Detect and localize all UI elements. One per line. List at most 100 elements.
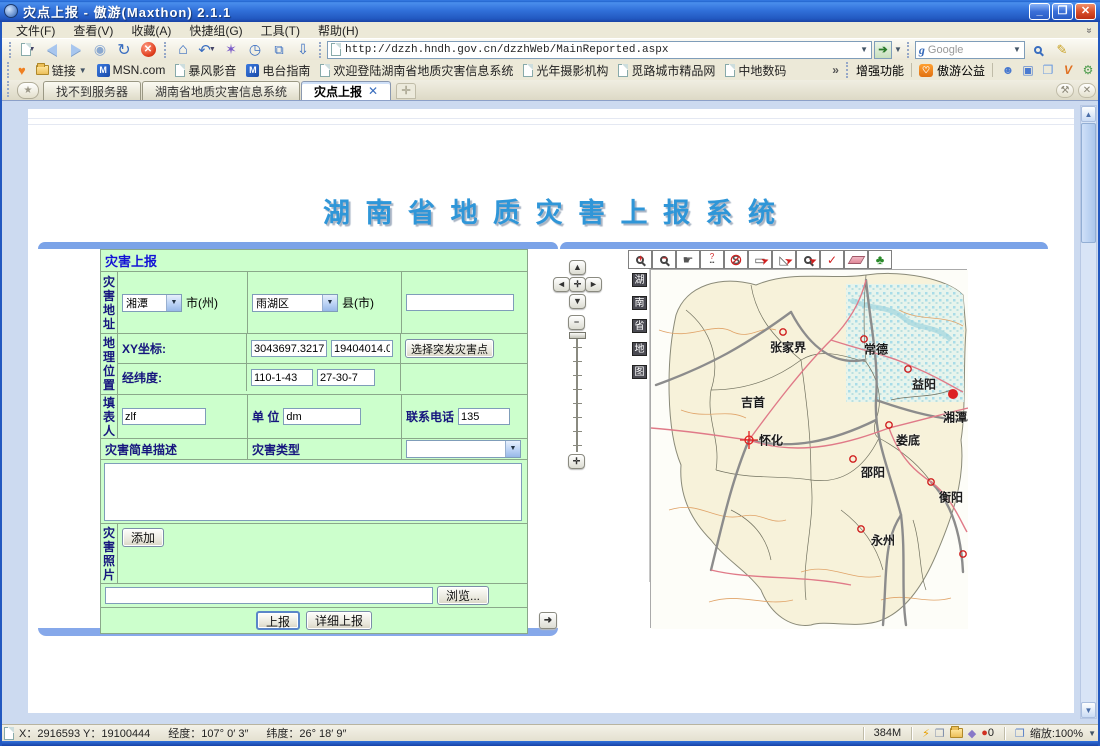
toolbar-grip[interactable] xyxy=(846,62,849,78)
home-button[interactable]: ⌂ xyxy=(172,40,194,59)
full-extent-tree-icon[interactable]: ♣ xyxy=(868,250,892,269)
download-icon[interactable]: ⇩ xyxy=(292,40,314,59)
hunan-map[interactable]: 张家界 常德 益阳 吉首 湘潭 怀化 娄底 邵阳 衡阳 永州 xyxy=(650,269,967,628)
zoom-in-tool-icon[interactable]: + xyxy=(628,250,652,269)
tab-tools-wrench-icon[interactable]: ⚒ xyxy=(1056,83,1074,98)
tab-favorites-star-icon[interactable]: ★ xyxy=(17,82,39,99)
point-pick-icon[interactable]: ✓ xyxy=(820,250,844,269)
close-button[interactable]: ✕ xyxy=(1075,3,1096,20)
zoom-slider-handle[interactable] xyxy=(569,332,586,339)
chevron-down-icon[interactable]: ▼ xyxy=(322,295,337,311)
history-dropdown-button[interactable]: ◉ xyxy=(89,40,111,59)
bookmark-hunan-geo-system[interactable]: 欢迎登陆湖南省地质灾害信息系统 xyxy=(315,61,518,80)
toolbar-grip[interactable] xyxy=(907,42,910,58)
tab-list-close-icon[interactable]: ✕ xyxy=(1078,83,1096,98)
zoom-slider-track[interactable] xyxy=(573,334,582,452)
menu-help[interactable]: 帮助(H) xyxy=(310,21,367,40)
scroll-up-arrow[interactable]: ▲ xyxy=(1081,106,1096,122)
go-dropdown-icon[interactable]: ▼ xyxy=(894,45,902,54)
new-tab-button[interactable]: ✛ xyxy=(396,83,416,99)
pages-icon[interactable]: ❐ xyxy=(1040,63,1056,77)
pan-left-button[interactable]: ◄ xyxy=(553,277,570,292)
maxthon-v-icon[interactable]: V xyxy=(1060,63,1076,77)
window-icon[interactable]: ▣ xyxy=(1020,63,1036,77)
tab-disaster-report[interactable]: 灾点上报✕ xyxy=(301,81,391,100)
longitude-input[interactable] xyxy=(251,369,313,386)
rect-select-icon[interactable]: ▭➤ xyxy=(748,250,772,269)
x-coordinate-input[interactable] xyxy=(251,340,327,357)
tab-hunan-geo-info-system[interactable]: 湖南省地质灾害信息系统 xyxy=(142,81,300,100)
pan-up-button[interactable]: ▲ xyxy=(569,260,586,275)
history-clock-icon[interactable]: ◷ xyxy=(244,40,266,59)
unit-input[interactable] xyxy=(283,408,361,425)
menu-file[interactable]: 文件(F) xyxy=(8,21,63,40)
description-textarea[interactable] xyxy=(104,463,522,521)
go-button[interactable]: ➔ xyxy=(874,41,892,59)
scrollbar-thumb[interactable] xyxy=(1081,123,1096,243)
toolbar-grip[interactable] xyxy=(319,42,322,58)
y-coordinate-input[interactable] xyxy=(331,340,393,357)
printer-icon[interactable]: ❒ xyxy=(935,727,945,740)
search-button[interactable] xyxy=(1027,40,1049,59)
address-bar[interactable]: http://dzzh.hndh.gov.cn/dzzhWeb/MainRepo… xyxy=(327,41,872,59)
pan-center-button[interactable]: ✛ xyxy=(569,277,586,292)
zoom-out-tool-icon[interactable]: − xyxy=(652,250,676,269)
search-dropdown-icon[interactable]: ▼ xyxy=(1013,45,1021,54)
new-page-button[interactable]: ▼ xyxy=(17,40,39,59)
county-select[interactable]: 雨湖区▼ xyxy=(252,294,338,312)
zoom-out-minus-button[interactable]: − xyxy=(568,315,585,330)
latitude-input[interactable] xyxy=(317,369,375,386)
add-photo-button[interactable]: 添加 xyxy=(122,528,164,547)
maxthon-charity-link[interactable]: 傲游公益 xyxy=(937,62,985,79)
user-icon[interactable]: ☻ xyxy=(1000,63,1016,77)
measure-tool-icon[interactable]: ?┅ xyxy=(700,250,724,269)
tab-close-icon[interactable]: ✕ xyxy=(368,84,378,98)
menu-favorites[interactable]: 收藏(A) xyxy=(123,21,179,40)
magnifier-select-icon[interactable]: ➤ xyxy=(796,250,820,269)
refresh-button[interactable]: ↻ xyxy=(113,40,135,59)
scroll-down-arrow[interactable]: ▼ xyxy=(1081,702,1096,718)
bookmark-zhongdi[interactable]: 中地数码 xyxy=(720,61,791,80)
forward-button[interactable] xyxy=(65,40,87,59)
zoom-dropdown-icon[interactable]: ▼ xyxy=(1088,729,1096,738)
toolbar-grip[interactable] xyxy=(9,42,12,58)
popup-blocker-icon[interactable]: ● xyxy=(981,727,988,739)
back-button[interactable] xyxy=(41,40,63,59)
eraser-icon[interactable] xyxy=(844,250,868,269)
bookmark-baofeng[interactable]: 暴风影音 xyxy=(170,61,241,80)
minimize-button[interactable]: _ xyxy=(1029,3,1050,20)
toolbar-grip[interactable] xyxy=(7,81,10,97)
bookmark-milu-city[interactable]: 觅路城市精品网 xyxy=(613,61,720,80)
photo-file-input[interactable] xyxy=(105,587,433,604)
folder-icon[interactable] xyxy=(950,728,963,738)
vertical-scrollbar[interactable]: ▲ ▼ xyxy=(1080,105,1097,719)
rect-zoom-select-icon[interactable]: ◺➤ xyxy=(772,250,796,269)
search-placeholder[interactable]: Google xyxy=(928,44,1010,56)
menu-overflow-chevron-icon[interactable]: » xyxy=(1084,27,1095,33)
address-detail-input[interactable] xyxy=(406,294,514,311)
bookmark-radio-guide[interactable]: M电台指南 xyxy=(241,61,315,80)
zoom-window-icon[interactable]: ❐ xyxy=(1015,727,1025,740)
menu-groups[interactable]: 快捷组(G) xyxy=(181,21,250,40)
tab-server-not-found[interactable]: 找不到服务器 xyxy=(43,81,141,100)
chevron-down-icon[interactable]: ▼ xyxy=(166,295,181,311)
chevron-down-icon[interactable]: ▼ xyxy=(505,441,520,457)
browse-button[interactable]: 浏览... xyxy=(437,586,489,605)
bookmark-msn[interactable]: MMSN.com xyxy=(92,62,171,78)
plugin-gear-icon[interactable]: ⚙ xyxy=(1080,63,1096,77)
detail-submit-button[interactable]: 详细上报 xyxy=(306,611,372,630)
zoom-in-plus-button[interactable]: ✛ xyxy=(568,454,585,469)
pan-hand-icon[interactable]: ☛ xyxy=(676,250,700,269)
capture-icon[interactable]: ⧉ xyxy=(268,40,290,59)
zoom-level[interactable]: 缩放:100% xyxy=(1030,725,1083,741)
toolbar-grip[interactable] xyxy=(7,62,10,78)
pan-down-button[interactable]: ▼ xyxy=(569,294,586,309)
bookmark-links-folder[interactable]: 链接▼ xyxy=(31,61,92,80)
bookmark-guangnian-photo[interactable]: 光年摄影机构 xyxy=(518,61,613,80)
stop-button[interactable]: ✕ xyxy=(137,40,159,59)
menu-tools[interactable]: 工具(T) xyxy=(253,21,308,40)
filter-diamond-icon[interactable]: ◆ xyxy=(968,727,976,740)
bookmarks-overflow-icon[interactable]: » xyxy=(832,63,839,77)
pan-right-button[interactable]: ► xyxy=(585,277,602,292)
restore-button[interactable]: ❐ xyxy=(1052,3,1073,20)
